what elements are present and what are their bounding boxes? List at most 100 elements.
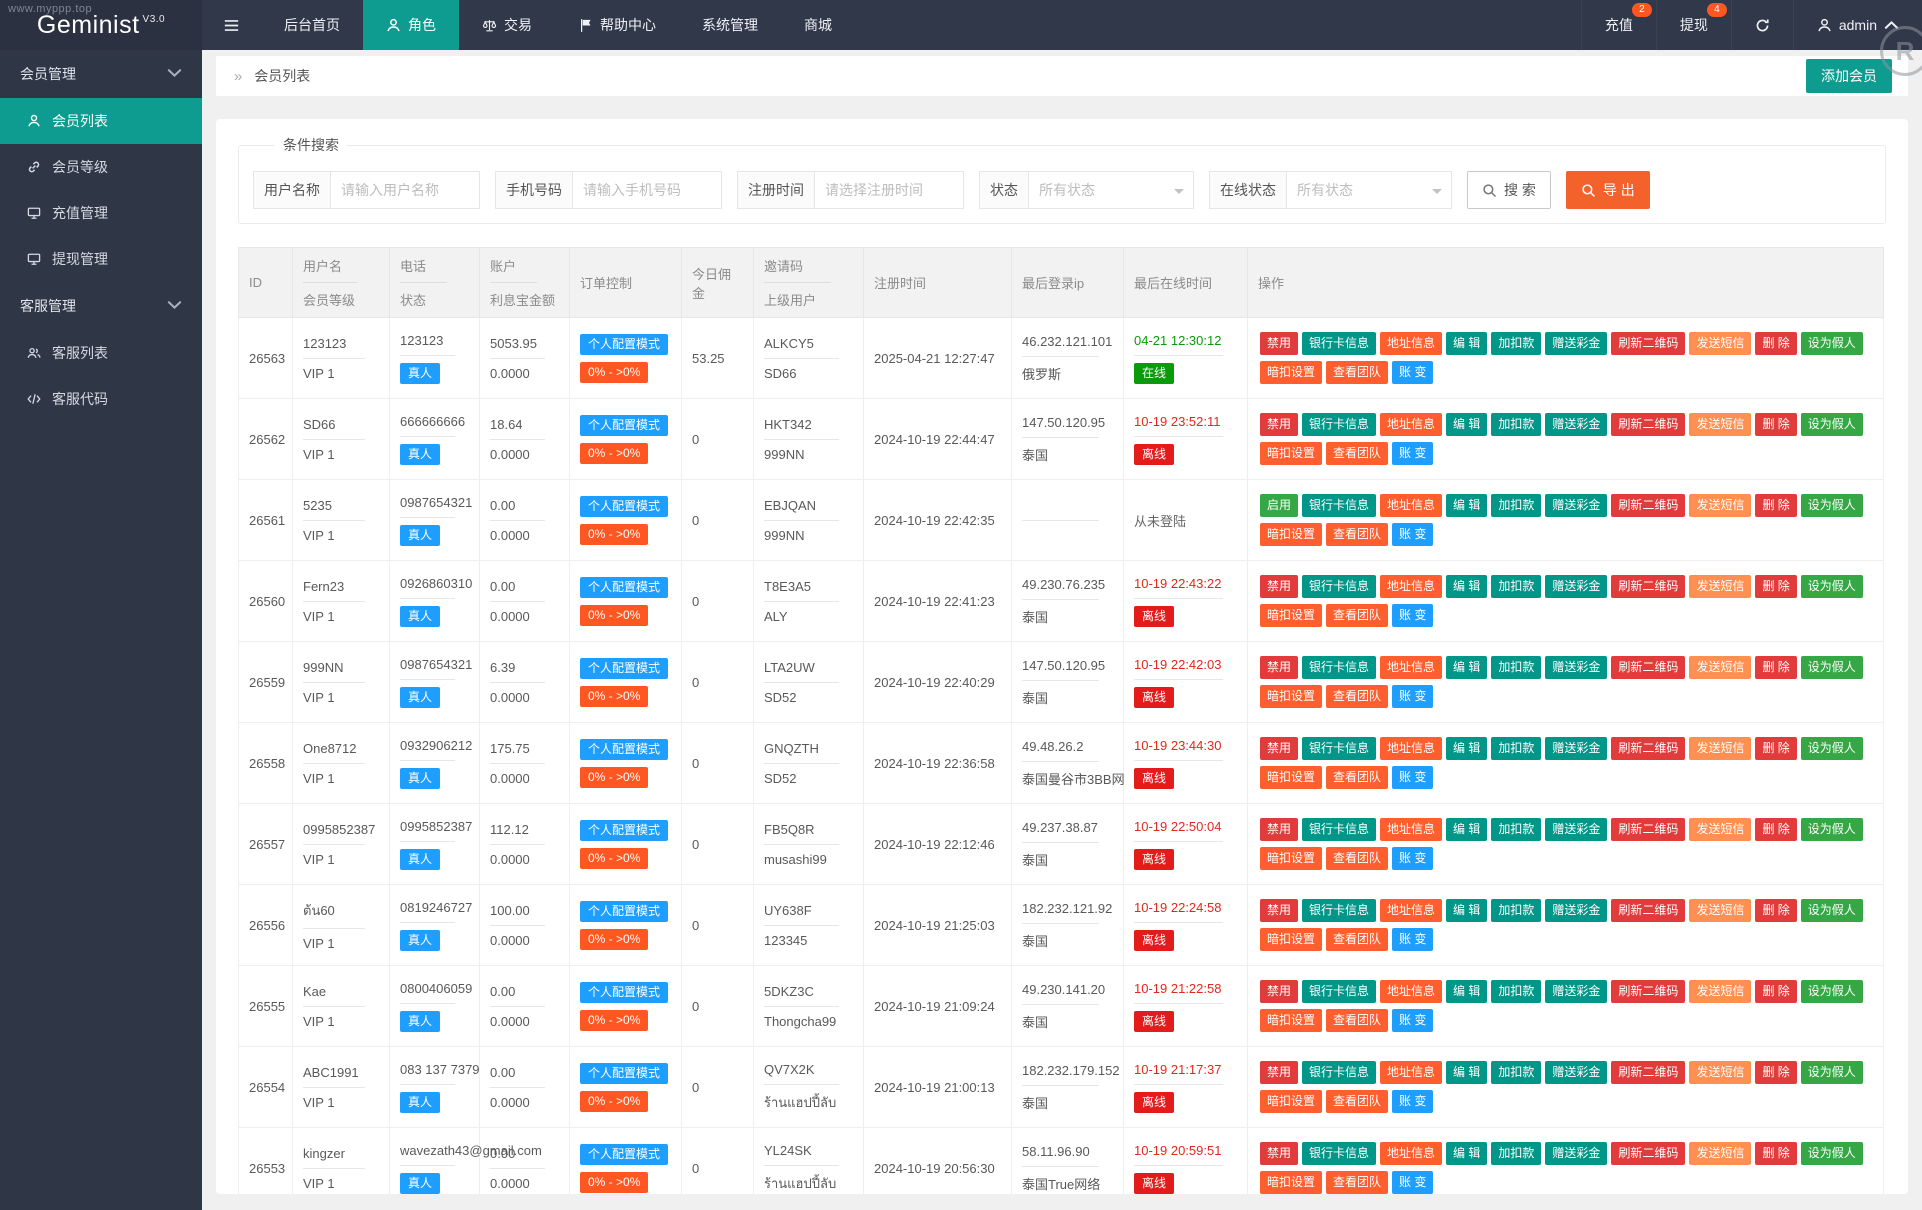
config-mode-badge[interactable]: 个人配置模式	[580, 739, 668, 760]
real-person-badge[interactable]: 真人	[400, 1011, 440, 1032]
disable-button[interactable]: 禁用	[1260, 413, 1298, 436]
sidebar-item-客服列表[interactable]: 客服列表	[0, 330, 202, 376]
add-deduct-funds-button[interactable]: 加扣款	[1491, 575, 1541, 598]
percent-range-badge[interactable]: 0% - >0%	[580, 767, 648, 788]
config-mode-badge[interactable]: 个人配置模式	[580, 1144, 668, 1165]
percent-range-badge[interactable]: 0% - >0%	[580, 362, 648, 383]
view-team-button[interactable]: 查看团队	[1326, 766, 1388, 789]
percent-range-badge[interactable]: 0% - >0%	[580, 848, 648, 869]
bank-card-info-button[interactable]: 银行卡信息	[1302, 413, 1376, 436]
delete-button[interactable]: 删 除	[1755, 737, 1796, 760]
send-sms-button[interactable]: 发送短信	[1689, 656, 1751, 679]
delete-button[interactable]: 删 除	[1755, 332, 1796, 355]
account-change-button[interactable]: 账 变	[1392, 361, 1433, 384]
send-sms-button[interactable]: 发送短信	[1689, 413, 1751, 436]
recharge-nav-item[interactable]: 充值2	[1581, 0, 1656, 50]
view-team-button[interactable]: 查看团队	[1326, 847, 1388, 870]
percent-range-badge[interactable]: 0% - >0%	[580, 605, 648, 626]
view-team-button[interactable]: 查看团队	[1326, 1171, 1388, 1194]
config-mode-badge[interactable]: 个人配置模式	[580, 577, 668, 598]
address-info-button[interactable]: 地址信息	[1380, 737, 1442, 760]
bank-card-info-button[interactable]: 银行卡信息	[1302, 656, 1376, 679]
set-fake-user-button[interactable]: 设为假人	[1801, 818, 1863, 841]
edit-button[interactable]: 编 辑	[1446, 332, 1487, 355]
edit-button[interactable]: 编 辑	[1446, 899, 1487, 922]
view-team-button[interactable]: 查看团队	[1326, 1009, 1388, 1032]
sidebar-item-会员列表[interactable]: 会员列表	[0, 98, 202, 144]
edit-button[interactable]: 编 辑	[1446, 413, 1487, 436]
gift-bonus-button[interactable]: 赠送彩金	[1545, 980, 1607, 1003]
hidden-deduct-settings-button[interactable]: 暗扣设置	[1260, 766, 1322, 789]
search-button[interactable]: 搜 索	[1467, 171, 1551, 209]
real-person-badge[interactable]: 真人	[400, 1173, 440, 1194]
sidebar-item-提现管理[interactable]: 提现管理	[0, 236, 202, 282]
edit-button[interactable]: 编 辑	[1446, 980, 1487, 1003]
add-deduct-funds-button[interactable]: 加扣款	[1491, 656, 1541, 679]
percent-range-badge[interactable]: 0% - >0%	[580, 929, 648, 950]
config-mode-badge[interactable]: 个人配置模式	[580, 658, 668, 679]
enable-button[interactable]: 启用	[1260, 494, 1298, 517]
refresh-qrcode-button[interactable]: 刷新二维码	[1611, 980, 1685, 1003]
online-status-select[interactable]: 所有状态	[1286, 171, 1452, 209]
hidden-deduct-settings-button[interactable]: 暗扣设置	[1260, 442, 1322, 465]
phone-field[interactable]	[572, 171, 722, 209]
address-info-button[interactable]: 地址信息	[1380, 899, 1442, 922]
gift-bonus-button[interactable]: 赠送彩金	[1545, 332, 1607, 355]
refresh-qrcode-button[interactable]: 刷新二维码	[1611, 818, 1685, 841]
hidden-deduct-settings-button[interactable]: 暗扣设置	[1260, 1090, 1322, 1113]
set-fake-user-button[interactable]: 设为假人	[1801, 899, 1863, 922]
config-mode-badge[interactable]: 个人配置模式	[580, 415, 668, 436]
address-info-button[interactable]: 地址信息	[1380, 413, 1442, 436]
view-team-button[interactable]: 查看团队	[1326, 685, 1388, 708]
send-sms-button[interactable]: 发送短信	[1689, 494, 1751, 517]
refresh-qrcode-button[interactable]: 刷新二维码	[1611, 1142, 1685, 1165]
delete-button[interactable]: 删 除	[1755, 899, 1796, 922]
address-info-button[interactable]: 地址信息	[1380, 575, 1442, 598]
nav-item-2[interactable]: 交易	[459, 0, 555, 50]
gift-bonus-button[interactable]: 赠送彩金	[1545, 575, 1607, 598]
config-mode-badge[interactable]: 个人配置模式	[580, 982, 668, 1003]
percent-range-badge[interactable]: 0% - >0%	[580, 1091, 648, 1112]
gift-bonus-button[interactable]: 赠送彩金	[1545, 737, 1607, 760]
hidden-deduct-settings-button[interactable]: 暗扣设置	[1260, 847, 1322, 870]
nav-item-1[interactable]: 角色	[363, 0, 459, 50]
config-mode-badge[interactable]: 个人配置模式	[580, 334, 668, 355]
set-fake-user-button[interactable]: 设为假人	[1801, 1061, 1863, 1084]
edit-button[interactable]: 编 辑	[1446, 737, 1487, 760]
gift-bonus-button[interactable]: 赠送彩金	[1545, 818, 1607, 841]
send-sms-button[interactable]: 发送短信	[1689, 332, 1751, 355]
edit-button[interactable]: 编 辑	[1446, 818, 1487, 841]
account-change-button[interactable]: 账 变	[1392, 604, 1433, 627]
hidden-deduct-settings-button[interactable]: 暗扣设置	[1260, 361, 1322, 384]
add-deduct-funds-button[interactable]: 加扣款	[1491, 1061, 1541, 1084]
status-select[interactable]: 所有状态	[1028, 171, 1194, 209]
set-fake-user-button[interactable]: 设为假人	[1801, 413, 1863, 436]
address-info-button[interactable]: 地址信息	[1380, 1061, 1442, 1084]
account-change-button[interactable]: 账 变	[1392, 442, 1433, 465]
sidebar-item-会员等级[interactable]: 会员等级	[0, 144, 202, 190]
add-deduct-funds-button[interactable]: 加扣款	[1491, 332, 1541, 355]
disable-button[interactable]: 禁用	[1260, 737, 1298, 760]
set-fake-user-button[interactable]: 设为假人	[1801, 494, 1863, 517]
refresh-qrcode-button[interactable]: 刷新二维码	[1611, 575, 1685, 598]
account-change-button[interactable]: 账 变	[1392, 523, 1433, 546]
disable-button[interactable]: 禁用	[1260, 980, 1298, 1003]
disable-button[interactable]: 禁用	[1260, 899, 1298, 922]
delete-button[interactable]: 删 除	[1755, 1142, 1796, 1165]
hidden-deduct-settings-button[interactable]: 暗扣设置	[1260, 685, 1322, 708]
set-fake-user-button[interactable]: 设为假人	[1801, 737, 1863, 760]
gift-bonus-button[interactable]: 赠送彩金	[1545, 413, 1607, 436]
real-person-badge[interactable]: 真人	[400, 849, 440, 870]
set-fake-user-button[interactable]: 设为假人	[1801, 575, 1863, 598]
send-sms-button[interactable]: 发送短信	[1689, 575, 1751, 598]
hidden-deduct-settings-button[interactable]: 暗扣设置	[1260, 1009, 1322, 1032]
add-deduct-funds-button[interactable]: 加扣款	[1491, 899, 1541, 922]
send-sms-button[interactable]: 发送短信	[1689, 980, 1751, 1003]
disable-button[interactable]: 禁用	[1260, 332, 1298, 355]
hidden-deduct-settings-button[interactable]: 暗扣设置	[1260, 1171, 1322, 1194]
account-change-button[interactable]: 账 变	[1392, 1009, 1433, 1032]
bank-card-info-button[interactable]: 银行卡信息	[1302, 818, 1376, 841]
sidebar-section-0[interactable]: 会员管理	[0, 50, 202, 98]
percent-range-badge[interactable]: 0% - >0%	[580, 443, 648, 464]
refresh-button[interactable]	[1731, 0, 1793, 50]
